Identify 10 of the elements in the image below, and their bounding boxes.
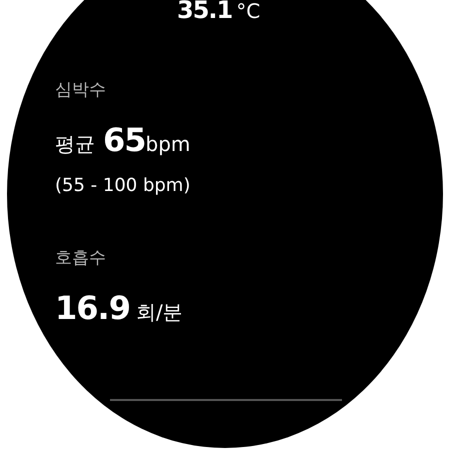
respiration-unit: 회/분 (136, 299, 183, 326)
respiration-label: 호흡수 (55, 247, 107, 269)
heart-rate-value: 65 (103, 121, 146, 159)
temperature-unit: °C (236, 1, 260, 21)
heart-rate-label: 심박수 (55, 79, 107, 101)
heart-rate-range: (55 - 100 bpm) (55, 175, 192, 196)
heart-rate-unit: bpm (146, 132, 190, 156)
respiration-value: 16.9 (55, 289, 130, 327)
average-label: 평균 (55, 131, 95, 158)
temperature-value: 35.1 (177, 0, 232, 22)
